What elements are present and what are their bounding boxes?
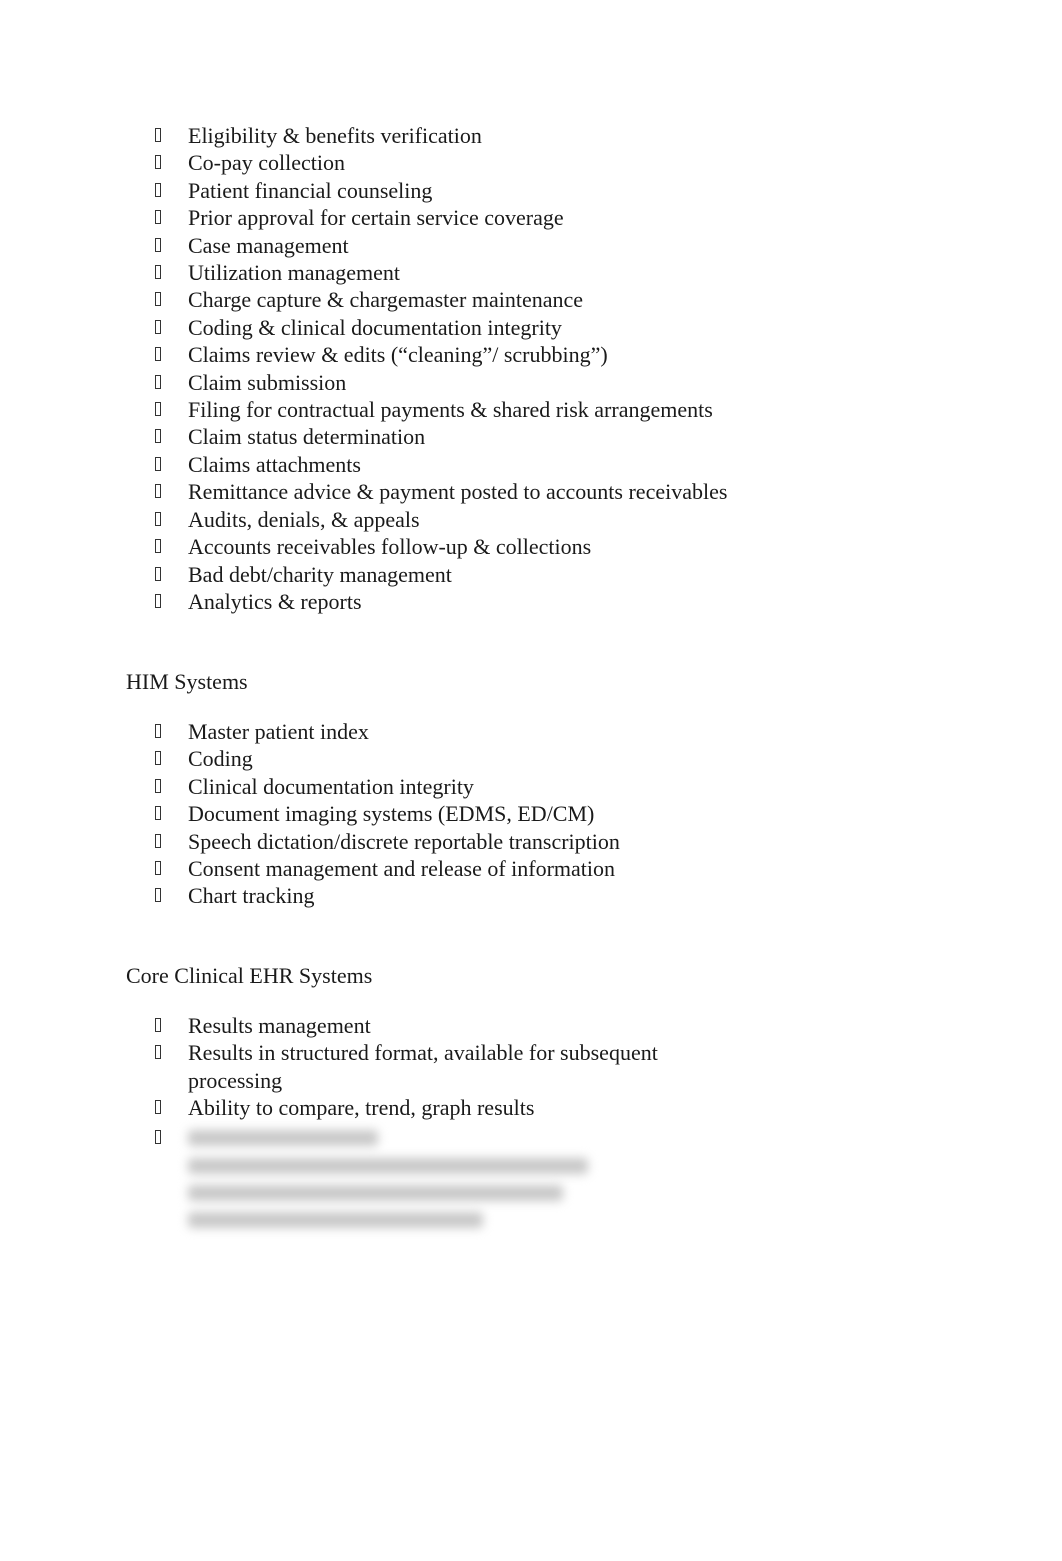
list-item: Claims review & edits (“cleaning”/ scrub… (155, 341, 727, 368)
list-item: Remittance advice & payment posted to ac… (155, 478, 727, 505)
section-heading-ehr: Core Clinical EHR Systems (126, 963, 373, 988)
list-item-text: Document imaging systems (EDMS, ED/CM) (188, 801, 595, 827)
bullet-icon (155, 237, 161, 252)
list-item: Ability to compare, trend, graph results (155, 1094, 708, 1121)
list-item-text: Master patient index (188, 719, 369, 744)
bullet-icon (155, 265, 161, 280)
list-item: Claim status determination (155, 423, 727, 450)
bullet-icon (155, 210, 161, 225)
bullet-icon (155, 566, 161, 581)
list-item: Claims attachments (155, 451, 727, 478)
bullet-icon (155, 155, 161, 170)
bullet-icon (155, 347, 161, 362)
list-item-text: Coding (188, 746, 253, 772)
bullet-icon (155, 182, 161, 197)
bullet-icon (155, 1130, 161, 1144)
list-item-text: Remittance advice & payment posted to ac… (188, 479, 728, 505)
list-item: Eligibility & benefits verification (155, 122, 727, 149)
list-item: Patient financial counseling (155, 177, 727, 204)
list-item-text: Claims attachments (188, 451, 361, 477)
list-item: Results in structured format, available … (155, 1039, 708, 1094)
list-item: Coding & clinical documentation integrit… (155, 314, 727, 341)
bullet-icon (155, 888, 161, 903)
bullet-icon (155, 319, 161, 334)
bullet-icon (155, 511, 161, 526)
blurred-text-line (188, 1158, 588, 1174)
blurred-text-line (188, 1185, 563, 1201)
list-item: Bad debt/charity management (155, 561, 727, 588)
list-item: Filing for contractual payments & shared… (155, 396, 727, 423)
bullet-icon (155, 806, 161, 821)
bullet-icon (155, 484, 161, 499)
bullet-icon (155, 833, 161, 848)
bullet-icon (155, 292, 161, 307)
list-item-text: Accounts receivables follow-up & collect… (188, 534, 592, 560)
him-systems-list: Master patient index Coding Clinical doc… (155, 718, 620, 910)
list-item: Accounts receivables follow-up & collect… (155, 533, 727, 560)
list-item-text: Co-pay collection (188, 150, 346, 176)
list-item: Master patient index (155, 718, 620, 745)
bullet-icon (155, 778, 161, 793)
list-item-text: Utilization management (188, 260, 400, 286)
list-item-text: Analytics & reports (188, 588, 362, 614)
list-item: Co-pay collection (155, 149, 727, 176)
list-item-text: Patient financial counseling (188, 177, 433, 203)
list-item-text: Eligibility & benefits verification (188, 123, 482, 148)
document-page: Eligibility & benefits verification Co-p… (0, 0, 1062, 1561)
bullet-icon (155, 128, 161, 142)
list-item: Speech dictation/discrete reportable tra… (155, 828, 620, 855)
list-item: Document imaging systems (EDMS, ED/CM) (155, 800, 620, 827)
bullet-icon (155, 1100, 161, 1115)
list-item: Results management (155, 1012, 708, 1039)
list-item: Coding (155, 745, 620, 772)
ehr-systems-list: Results management Results in structured… (155, 1012, 708, 1122)
list-item-text: Chart tracking (188, 883, 315, 909)
list-item: Charge capture & chargemaster maintenanc… (155, 286, 727, 313)
bullet-icon (155, 1045, 161, 1060)
list-item-text: Claim submission (188, 369, 347, 395)
list-item-text: Speech dictation/discrete reportable tra… (188, 828, 620, 854)
bullet-icon (155, 374, 161, 389)
list-item-text: Results in structured format, available … (188, 1040, 658, 1093)
bullet-icon (155, 861, 161, 876)
list-item-text: Clinical documentation integrity (188, 773, 474, 799)
bullet-icon (155, 429, 161, 444)
list-item-text: Claims review & edits (“cleaning”/ scrub… (188, 342, 608, 368)
list-item-text: Prior approval for certain service cover… (188, 205, 564, 231)
list-item: Claim submission (155, 369, 727, 396)
list-item: Consent management and release of inform… (155, 855, 620, 882)
list-item: Audits, denials, & appeals (155, 506, 727, 533)
list-item: Analytics & reports (155, 588, 727, 615)
list-item-text: Case management (188, 232, 349, 258)
bullet-icon (155, 456, 161, 471)
list-item: Case management (155, 232, 727, 259)
list-item: Utilization management (155, 259, 727, 286)
bullet-icon (155, 593, 161, 608)
list-item-text: Charge capture & chargemaster maintenanc… (188, 287, 584, 313)
blurred-text-line (188, 1130, 378, 1146)
list-item-text: Results management (188, 1013, 371, 1038)
list-item: Chart tracking (155, 882, 620, 909)
bullet-icon (155, 402, 161, 417)
list-item-text: Ability to compare, trend, graph results (188, 1095, 535, 1121)
bullet-icon (155, 1018, 161, 1032)
bullet-icon (155, 539, 161, 554)
bullet-icon (155, 751, 161, 766)
blurred-text-line (188, 1212, 483, 1228)
obscured-content (155, 1122, 635, 1237)
bullet-icon (155, 724, 161, 738)
revenue-cycle-list: Eligibility & benefits verification Co-p… (155, 122, 727, 615)
list-item-text: Coding & clinical documentation integrit… (188, 314, 562, 340)
list-item-text: Claim status determination (188, 424, 426, 450)
list-item-text: Bad debt/charity management (188, 561, 452, 587)
list-item: Clinical documentation integrity (155, 773, 620, 800)
list-item-text: Consent management and release of inform… (188, 856, 616, 882)
list-item: Prior approval for certain service cover… (155, 204, 727, 231)
list-item-text: Filing for contractual payments & shared… (188, 397, 713, 423)
section-heading-him: HIM Systems (126, 669, 248, 694)
list-item-text: Audits, denials, & appeals (188, 506, 420, 532)
